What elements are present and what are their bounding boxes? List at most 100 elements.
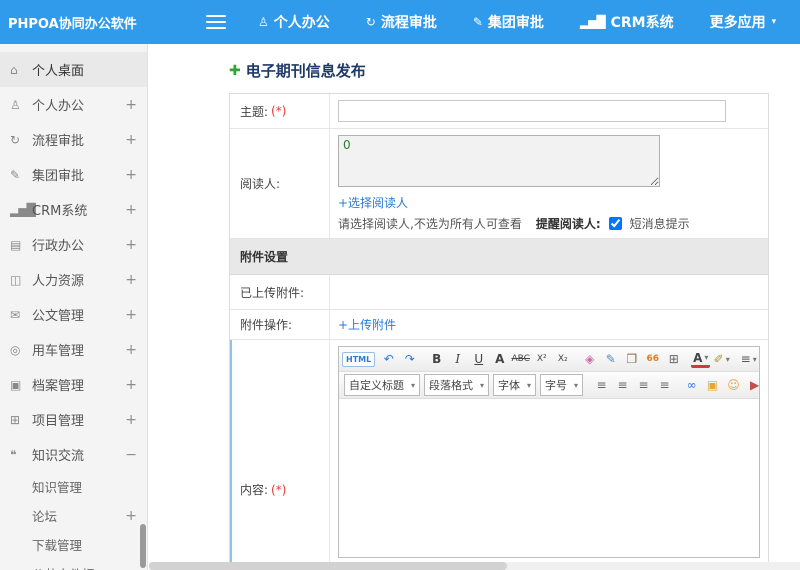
subscript-button[interactable]: X₂ [553, 349, 572, 369]
expand-toggle[interactable]: + [125, 342, 137, 358]
menu-toggle-icon[interactable] [206, 11, 226, 33]
page-title-row: ✚ 电子期刊信息发布 [229, 60, 800, 81]
align-center-button[interactable]: ≡ [613, 375, 632, 395]
caret-down-icon: ▾ [771, 17, 777, 27]
nav-group-approval[interactable]: ✎ 集团审批 [473, 12, 544, 32]
font-size-select[interactable]: 字号 ▾ [540, 374, 584, 396]
upload-attachment-link[interactable]: +上传附件 [338, 318, 396, 332]
bar-chart-icon: ▂▅█ [10, 202, 36, 217]
expand-toggle[interactable]: + [125, 412, 137, 428]
expand-toggle[interactable]: + [125, 167, 137, 183]
collapse-toggle[interactable]: − [125, 447, 137, 463]
remind-readers-label: 提醒阅读人: [535, 217, 601, 231]
align-left-button[interactable]: ≡ [592, 375, 611, 395]
admin-office-icon: ▤ [10, 237, 21, 252]
nav-more-apps[interactable]: 更多应用 ▾ [710, 12, 777, 32]
bold-button[interactable]: B [427, 349, 446, 369]
expand-toggle[interactable]: + [125, 132, 137, 148]
paste-button[interactable]: ❐ [622, 349, 641, 369]
expand-toggle[interactable]: + [125, 272, 137, 288]
sidebar: ⌂ 个人桌面 ♙ 个人办公 + ↻ 流程审批 + ✎ 集团审批 + ▂▅█ CR… [0, 44, 148, 570]
sidebar-item-personal-desktop[interactable]: ⌂ 个人桌面 [0, 52, 147, 87]
media-button[interactable]: ▶ [745, 375, 759, 395]
sidebar-item-crm-system[interactable]: ▂▅█ CRM系统 + [0, 192, 147, 227]
content-label: 内容: (*) [230, 340, 330, 562]
sidebar-item-archive-management[interactable]: ▣ 档案管理 + [0, 367, 147, 402]
subject-input[interactable] [338, 100, 726, 122]
sidebar-item-download-management[interactable]: 下载管理 [0, 530, 147, 559]
font-family-select[interactable]: 字体 ▾ [493, 374, 537, 396]
nav-workflow-approval[interactable]: ↻ 流程审批 [366, 12, 437, 32]
person-icon: ♙ [10, 97, 21, 112]
process-icon: ↻ [365, 15, 376, 29]
expand-toggle[interactable]: + [125, 237, 137, 253]
nav-crm-system[interactable]: ▂▅█ CRM系统 [580, 12, 674, 32]
main-content: ✚ 电子期刊信息发布 主题: (*) 阅读人: 0 +选择阅读人 请选择阅读人,… [149, 44, 800, 562]
required-mark: (*) [271, 104, 287, 118]
edit-approval-icon: ✎ [472, 15, 483, 29]
expand-toggle[interactable]: + [125, 202, 137, 218]
editor-content-area[interactable] [339, 399, 759, 557]
caret-down-icon: ▾ [704, 353, 709, 362]
sidebar-item-workflow-approval[interactable]: ↻ 流程审批 + [0, 122, 147, 157]
sidebar-item-administration[interactable]: ▤ 行政办公 + [0, 227, 147, 262]
attachment-actions-row: 附件操作: +上传附件 [230, 310, 768, 340]
redo-button[interactable]: ↷ [400, 349, 419, 369]
horizontal-scrollbar-thumb[interactable] [149, 562, 508, 570]
align-right-button[interactable]: ≡ [634, 375, 653, 395]
nav-label: 流程审批 [380, 15, 437, 31]
sidebar-item-forum[interactable]: 论坛 + [0, 501, 147, 530]
italic-button[interactable]: I [448, 349, 467, 369]
expand-toggle[interactable]: + [125, 508, 137, 524]
readers-textarea[interactable]: 0 [338, 135, 660, 187]
sidebar-item-project-management[interactable]: ⊞ 项目管理 + [0, 402, 147, 437]
sidebar-item-public-file-cabinet[interactable]: 公共文件柜 [0, 559, 147, 570]
sidebar-item-human-resources[interactable]: ◫ 人力资源 + [0, 262, 147, 297]
font-style-button[interactable]: A [490, 349, 509, 369]
strikethrough-button[interactable]: ABC [511, 349, 530, 369]
readers-row: 阅读人: 0 +选择阅读人 请选择阅读人,不选为所有人可查看 提醒阅读人: 短消… [230, 129, 768, 239]
heading-select[interactable]: 自定义标题 ▾ [344, 374, 421, 396]
app-logo[interactable]: PHPOA协同办公软件 [0, 13, 148, 32]
select-readers-link[interactable]: +选择阅读人 [338, 196, 408, 210]
expand-toggle[interactable]: + [125, 97, 137, 113]
unordered-list-button[interactable]: ≡ ▾ [739, 349, 758, 369]
horizontal-scrollbar[interactable] [149, 562, 800, 570]
expand-toggle[interactable]: + [125, 307, 137, 323]
nav-personal-office[interactable]: ♙ 个人办公 [258, 12, 330, 32]
quote-button[interactable]: 66 [643, 349, 662, 369]
font-color-button[interactable]: A ▾ [691, 351, 711, 368]
emoticon-button[interactable]: ☺ [724, 375, 743, 395]
align-justify-button[interactable]: ≡ [655, 375, 674, 395]
nav-label: 个人办公 [273, 15, 330, 31]
archive-icon: ▣ [10, 377, 21, 392]
readers-label: 阅读人: [230, 129, 330, 238]
desktop-icon: ⌂ [10, 62, 18, 77]
paragraph-format-select[interactable]: 段落格式 ▾ [424, 374, 490, 396]
underline-button[interactable]: U [469, 349, 488, 369]
sidebar-item-document-management[interactable]: ✉ 公文管理 + [0, 297, 147, 332]
undo-button[interactable]: ↶ [379, 349, 398, 369]
sidebar-scrollbar-thumb[interactable] [140, 524, 146, 568]
link-button[interactable]: ∞ [682, 375, 701, 395]
sidebar-item-knowledge-exchange[interactable]: ❝ 知识交流 − [0, 437, 147, 472]
sidebar-item-personal-office[interactable]: ♙ 个人办公 + [0, 87, 147, 122]
table-button[interactable]: ⊞ [664, 349, 683, 369]
sidebar-item-group-approval[interactable]: ✎ 集团审批 + [0, 157, 147, 192]
caret-down-icon: ▾ [411, 380, 416, 390]
highlight-color-button[interactable]: ✐ ▾ [712, 349, 731, 369]
remove-format-button[interactable]: ◈ [580, 349, 599, 369]
format-brush-button[interactable]: ✎ [601, 349, 620, 369]
superscript-button[interactable]: X² [532, 349, 551, 369]
sms-notify-label: 短消息提示 [629, 217, 690, 231]
sidebar-item-knowledge-management[interactable]: 知识管理 [0, 472, 147, 501]
page-title: 电子期刊信息发布 [245, 62, 366, 80]
caret-down-icon: ▾ [480, 380, 485, 390]
bar-chart-icon: ▂▅█ [579, 15, 606, 29]
top-nav: ♙ 个人办公 ↻ 流程审批 ✎ 集团审批 ▂▅█ CRM系统 更多应用 ▾ [258, 12, 776, 32]
expand-toggle[interactable]: + [125, 377, 137, 393]
image-button[interactable]: ▣ [703, 375, 722, 395]
sidebar-item-vehicle-management[interactable]: ◎ 用车管理 + [0, 332, 147, 367]
html-source-button[interactable]: HTML [342, 351, 376, 367]
sms-notify-checkbox[interactable] [608, 217, 622, 230]
